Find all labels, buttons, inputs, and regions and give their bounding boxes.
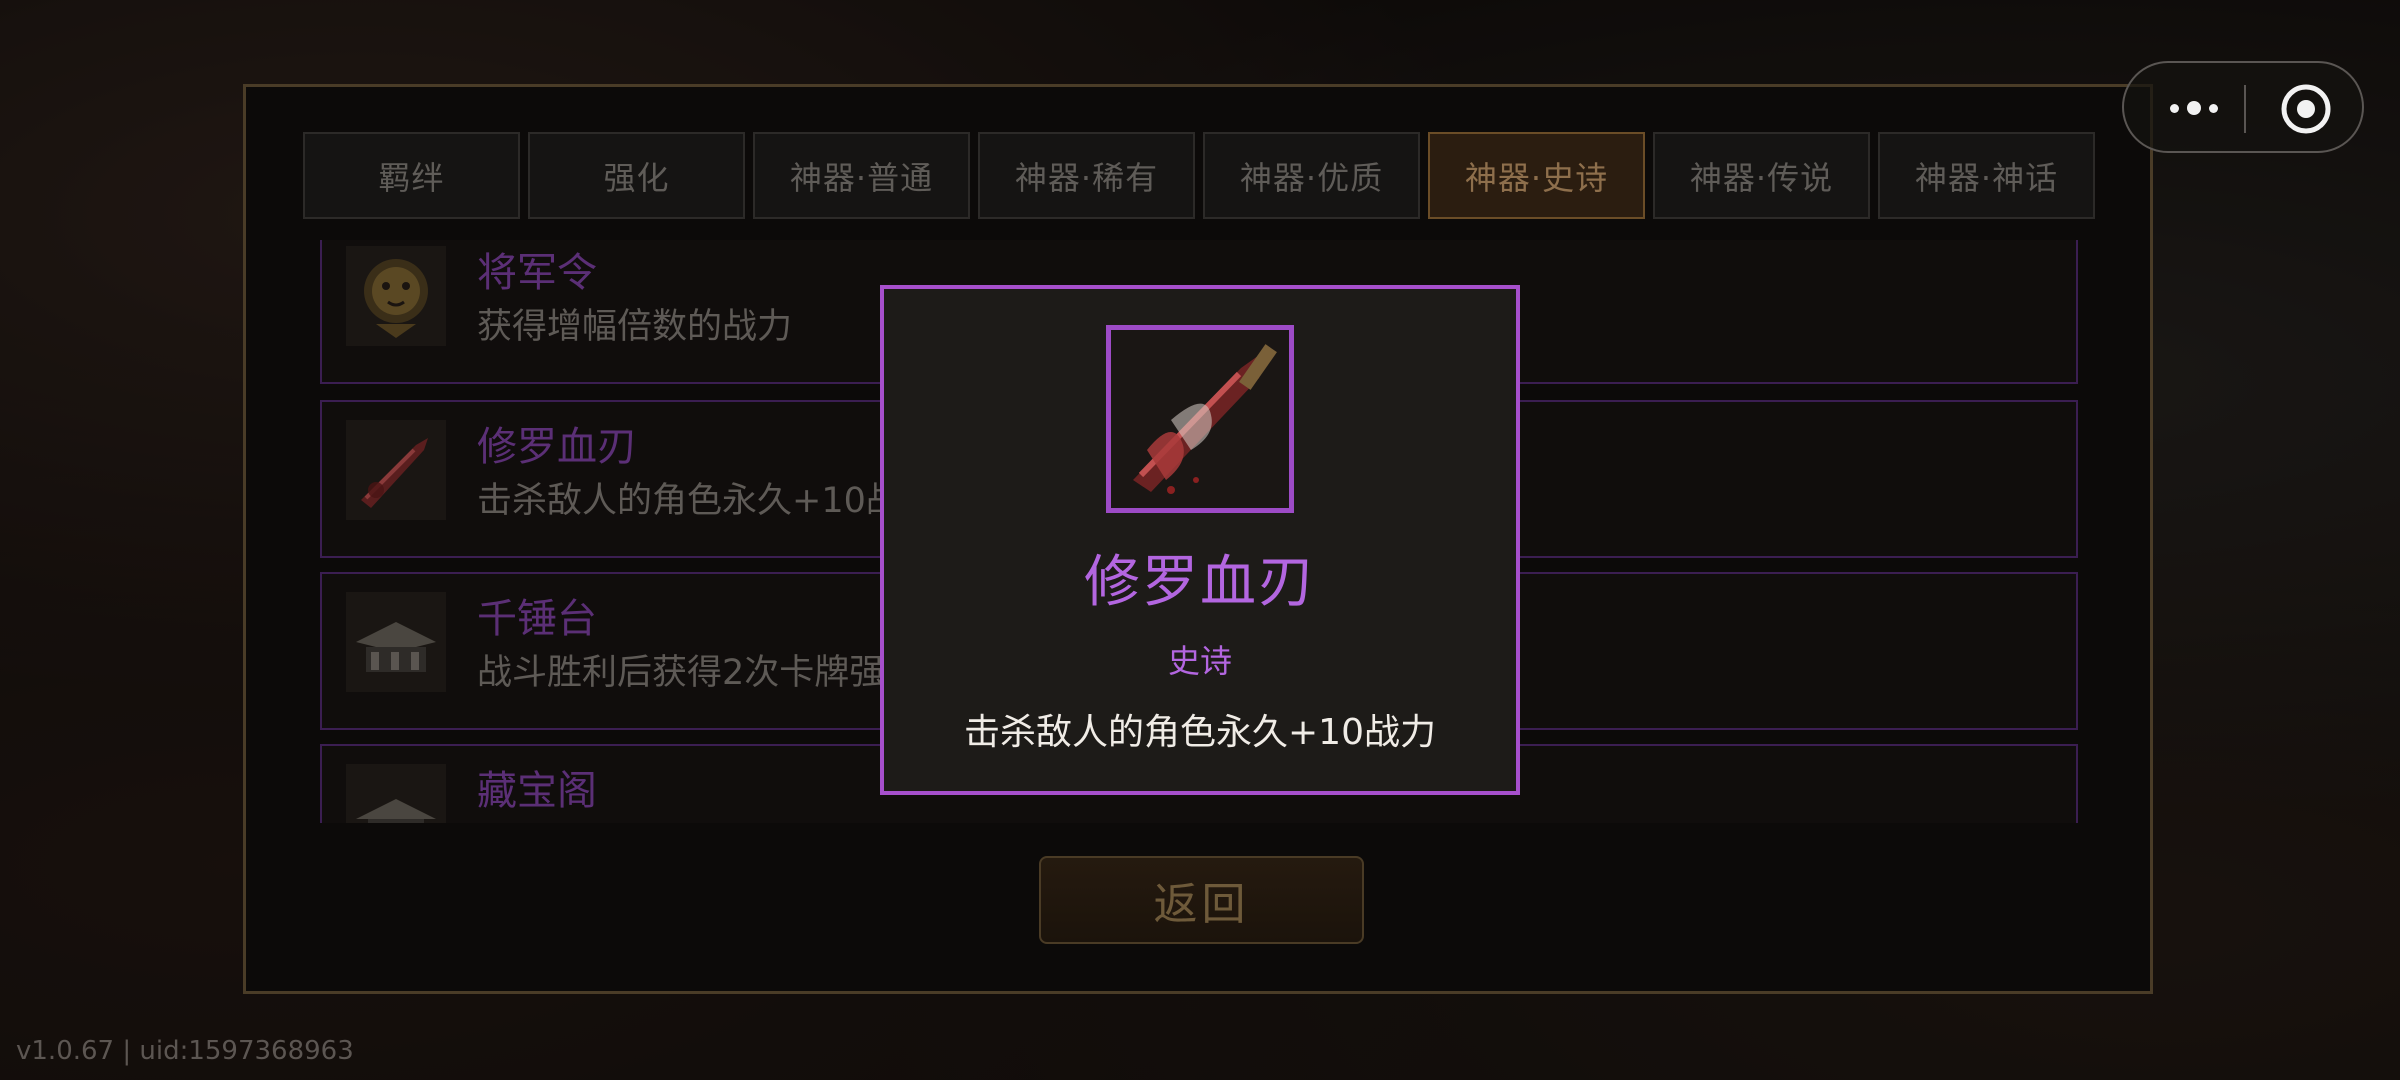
treasure-pavilion-icon	[346, 764, 446, 823]
tab-bond[interactable]: 羁绊	[303, 132, 520, 219]
mini-program-capsule	[2122, 61, 2364, 153]
item-desc: 获得增幅倍数的战力	[477, 307, 793, 347]
tiger-token-icon	[346, 246, 446, 346]
back-button[interactable]: 返回	[1039, 856, 1364, 944]
capsule-divider	[2244, 85, 2246, 133]
popup-description: 击杀敌人的角色永久+10战力	[964, 712, 1436, 753]
item-name: 千锤台	[477, 596, 597, 642]
popup-rarity: 史诗	[1167, 642, 1232, 680]
tab-artifact-legend[interactable]: 神器·传说	[1653, 132, 1870, 219]
forge-platform-icon	[346, 592, 446, 692]
blood-blade-icon	[1106, 325, 1294, 513]
tab-artifact-epic[interactable]: 神器·史诗	[1428, 132, 1645, 219]
artifact-detail-popup: 修罗血刃 史诗 击杀敌人的角色永久+10战力	[880, 285, 1520, 795]
version-label: v1.0.67 | uid:1597368963	[16, 1036, 354, 1066]
tab-artifact-common[interactable]: 神器·普通	[753, 132, 970, 219]
tab-artifact-myth[interactable]: 神器·神话	[1878, 132, 2095, 219]
item-name: 藏宝阁	[477, 768, 597, 814]
tab-enhance[interactable]: 强化	[528, 132, 745, 219]
more-icon[interactable]	[2154, 83, 2234, 133]
category-tabs: 羁绊 强化 神器·普通 神器·稀有 神器·优质 神器·史诗 神器·传说 神器·神…	[303, 132, 2095, 219]
item-name: 将军令	[477, 250, 597, 296]
tab-artifact-quality[interactable]: 神器·优质	[1203, 132, 1420, 219]
tab-artifact-rare[interactable]: 神器·稀有	[978, 132, 1195, 219]
item-desc: 击杀敌人的角色永久+10战力	[477, 481, 936, 521]
item-name: 修罗血刃	[477, 424, 637, 470]
popup-title: 修罗血刃	[1084, 550, 1316, 615]
blood-blade-icon	[346, 420, 446, 520]
close-target-icon[interactable]	[2280, 83, 2332, 135]
item-desc: 战斗胜利后获得2次卡牌强化	[477, 653, 920, 693]
